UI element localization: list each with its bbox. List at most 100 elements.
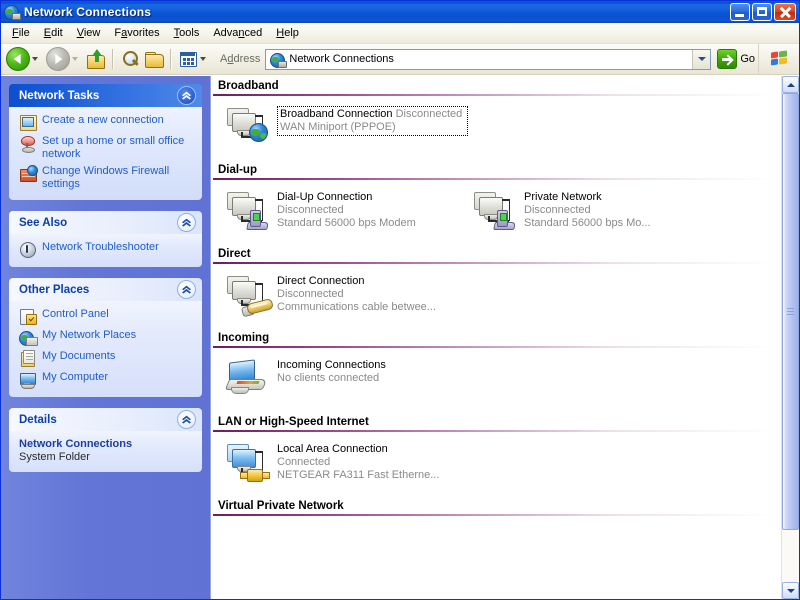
collapse-chevron-icon[interactable] xyxy=(177,213,196,232)
panel-network-tasks: Network Tasks Create a new connection xyxy=(9,84,202,200)
go-label: Go xyxy=(740,53,755,65)
views-icon xyxy=(178,49,198,69)
menu-favorites[interactable]: Favorites xyxy=(107,25,166,42)
address-input[interactable]: Network Connections xyxy=(289,53,692,65)
panel-header-details[interactable]: Details xyxy=(9,408,202,431)
sidebar-item-create-new-connection[interactable]: Create a new connection xyxy=(19,114,194,131)
sidebar-item-label: Change Windows Firewall settings xyxy=(42,165,194,191)
panel-see-also: See Also Network Troubleshooter xyxy=(9,211,202,267)
search-button[interactable] xyxy=(118,47,142,71)
connection-info: Local Area Connection Connected NETGEAR … xyxy=(277,441,439,482)
connection-device: WAN Miniport (PPPOE) xyxy=(280,121,396,133)
sidebar-item-label: Control Panel xyxy=(42,308,109,321)
group-direct: Direct Direct Conne xyxy=(211,244,781,328)
panel-body-see-also: Network Troubleshooter xyxy=(9,234,202,267)
group-divider xyxy=(213,514,773,516)
menu-tools[interactable]: Tools xyxy=(167,25,207,42)
connection-status: Disconnected xyxy=(277,204,416,217)
views-button[interactable] xyxy=(176,47,212,71)
panel-other-places: Other Places Control Panel xyxy=(9,278,202,397)
up-button[interactable] xyxy=(84,47,108,71)
address-bar[interactable]: Network Connections xyxy=(265,49,711,70)
menu-file[interactable]: File xyxy=(5,25,37,42)
forward-button[interactable] xyxy=(44,47,84,71)
group-incoming: Incoming Incoming Connections xyxy=(211,328,781,412)
go-button[interactable]: Go xyxy=(717,49,755,69)
sidebar-item-change-firewall-settings[interactable]: Change Windows Firewall settings xyxy=(19,165,194,191)
toolbar-separator-2 xyxy=(170,49,172,69)
group-dialup: Dial-up Dial-Up Con xyxy=(211,160,781,244)
scrollbar-thumb[interactable] xyxy=(782,93,799,530)
panel-title: Network Tasks xyxy=(19,90,177,102)
collapse-chevron-icon[interactable] xyxy=(177,280,196,299)
search-icon xyxy=(120,49,140,69)
connection-item[interactable]: Broadband Connection Disconnected WAN Mi… xyxy=(225,105,468,149)
scroll-down-button[interactable] xyxy=(782,582,799,599)
connection-status: No clients connected xyxy=(277,372,386,385)
panel-title: See Also xyxy=(19,217,177,229)
folders-button[interactable] xyxy=(142,47,166,71)
minimize-button[interactable] xyxy=(730,3,750,21)
connection-device: NETGEAR FA311 Fast Etherne... xyxy=(277,469,439,482)
connection-info: Direct Connection Disconnected Communica… xyxy=(277,273,436,314)
close-button[interactable] xyxy=(774,3,796,21)
connection-device: Standard 56000 bps Modem xyxy=(277,217,416,230)
sidebar-item-network-troubleshooter[interactable]: Network Troubleshooter xyxy=(19,241,194,258)
back-dropdown-icon[interactable] xyxy=(32,57,38,61)
connections-list: Broadband Broadband xyxy=(211,76,781,599)
address-dropdown-button[interactable] xyxy=(692,50,710,69)
maximize-button[interactable] xyxy=(752,3,772,21)
group-lan: LAN or High-Speed Internet xyxy=(211,412,781,496)
group-items: Incoming Connections No clients connecte… xyxy=(211,348,781,412)
group-title: LAN or High-Speed Internet xyxy=(211,412,781,430)
sidebar-item-setup-home-network[interactable]: Set up a home or small office network xyxy=(19,135,194,161)
group-items: Local Area Connection Connected NETGEAR … xyxy=(211,432,781,496)
window-controls xyxy=(730,3,796,21)
panel-details: Details Network Connections System Folde… xyxy=(9,408,202,472)
panel-header-see-also[interactable]: See Also xyxy=(9,211,202,234)
windows-flag-icon xyxy=(770,51,788,67)
menu-help[interactable]: Help xyxy=(269,25,306,42)
connection-info: Dial-Up Connection Disconnected Standard… xyxy=(277,189,416,230)
panel-header-network-tasks[interactable]: Network Tasks xyxy=(9,84,202,107)
dialup-connection-icon xyxy=(472,189,518,233)
back-button[interactable] xyxy=(4,47,44,71)
go-arrow-icon xyxy=(717,49,737,69)
connection-item[interactable]: Incoming Connections No clients connecte… xyxy=(225,357,468,401)
panel-body-network-tasks: Create a new connection Set up a home or… xyxy=(9,107,202,200)
sidebar-item-label: Set up a home or small office network xyxy=(42,135,194,161)
sidebar-item-my-network-places[interactable]: My Network Places xyxy=(19,329,194,346)
panel-header-other-places[interactable]: Other Places xyxy=(9,278,202,301)
group-items: Dial-Up Connection Disconnected Standard… xyxy=(211,180,781,244)
scroll-up-button[interactable] xyxy=(782,76,799,93)
chevron-up-icon xyxy=(787,83,795,87)
group-title: Virtual Private Network xyxy=(211,496,781,514)
collapse-chevron-icon[interactable] xyxy=(177,86,196,105)
sidebar-item-my-computer[interactable]: My Computer xyxy=(19,371,194,388)
scrollbar-track[interactable] xyxy=(782,93,799,582)
sidebar-item-control-panel[interactable]: Control Panel xyxy=(19,308,194,325)
views-dropdown-icon[interactable] xyxy=(200,57,206,61)
dialup-connection-icon xyxy=(225,189,271,233)
connection-item[interactable]: Local Area Connection Connected NETGEAR … xyxy=(225,441,468,485)
collapse-chevron-icon[interactable] xyxy=(177,410,196,429)
menu-edit[interactable]: Edit xyxy=(37,25,70,42)
menu-view[interactable]: View xyxy=(70,25,108,42)
vertical-scrollbar[interactable] xyxy=(781,76,799,599)
menu-advanced[interactable]: Advanced xyxy=(206,25,269,42)
forward-dropdown-icon xyxy=(72,57,78,61)
connection-item[interactable]: Dial-Up Connection Disconnected Standard… xyxy=(225,189,468,233)
connection-name: Broadband Connection xyxy=(280,108,393,120)
connection-status: Disconnected xyxy=(396,108,463,120)
connection-name: Dial-Up Connection xyxy=(277,191,416,204)
scrollbar-grip-icon xyxy=(787,306,794,317)
group-title: Incoming xyxy=(211,328,781,346)
connection-name: Incoming Connections xyxy=(277,359,386,372)
connection-item[interactable]: Direct Connection Disconnected Communica… xyxy=(225,273,468,317)
broadband-connection-icon xyxy=(225,105,271,149)
sidebar-item-my-documents[interactable]: My Documents xyxy=(19,350,194,367)
folder-icon xyxy=(144,49,164,69)
sidebar: Network Tasks Create a new connection xyxy=(1,76,210,599)
network-connections-window: Network Connections File Edit View Favor… xyxy=(0,0,800,600)
connection-item[interactable]: Private Network Disconnected Standard 56… xyxy=(472,189,715,233)
